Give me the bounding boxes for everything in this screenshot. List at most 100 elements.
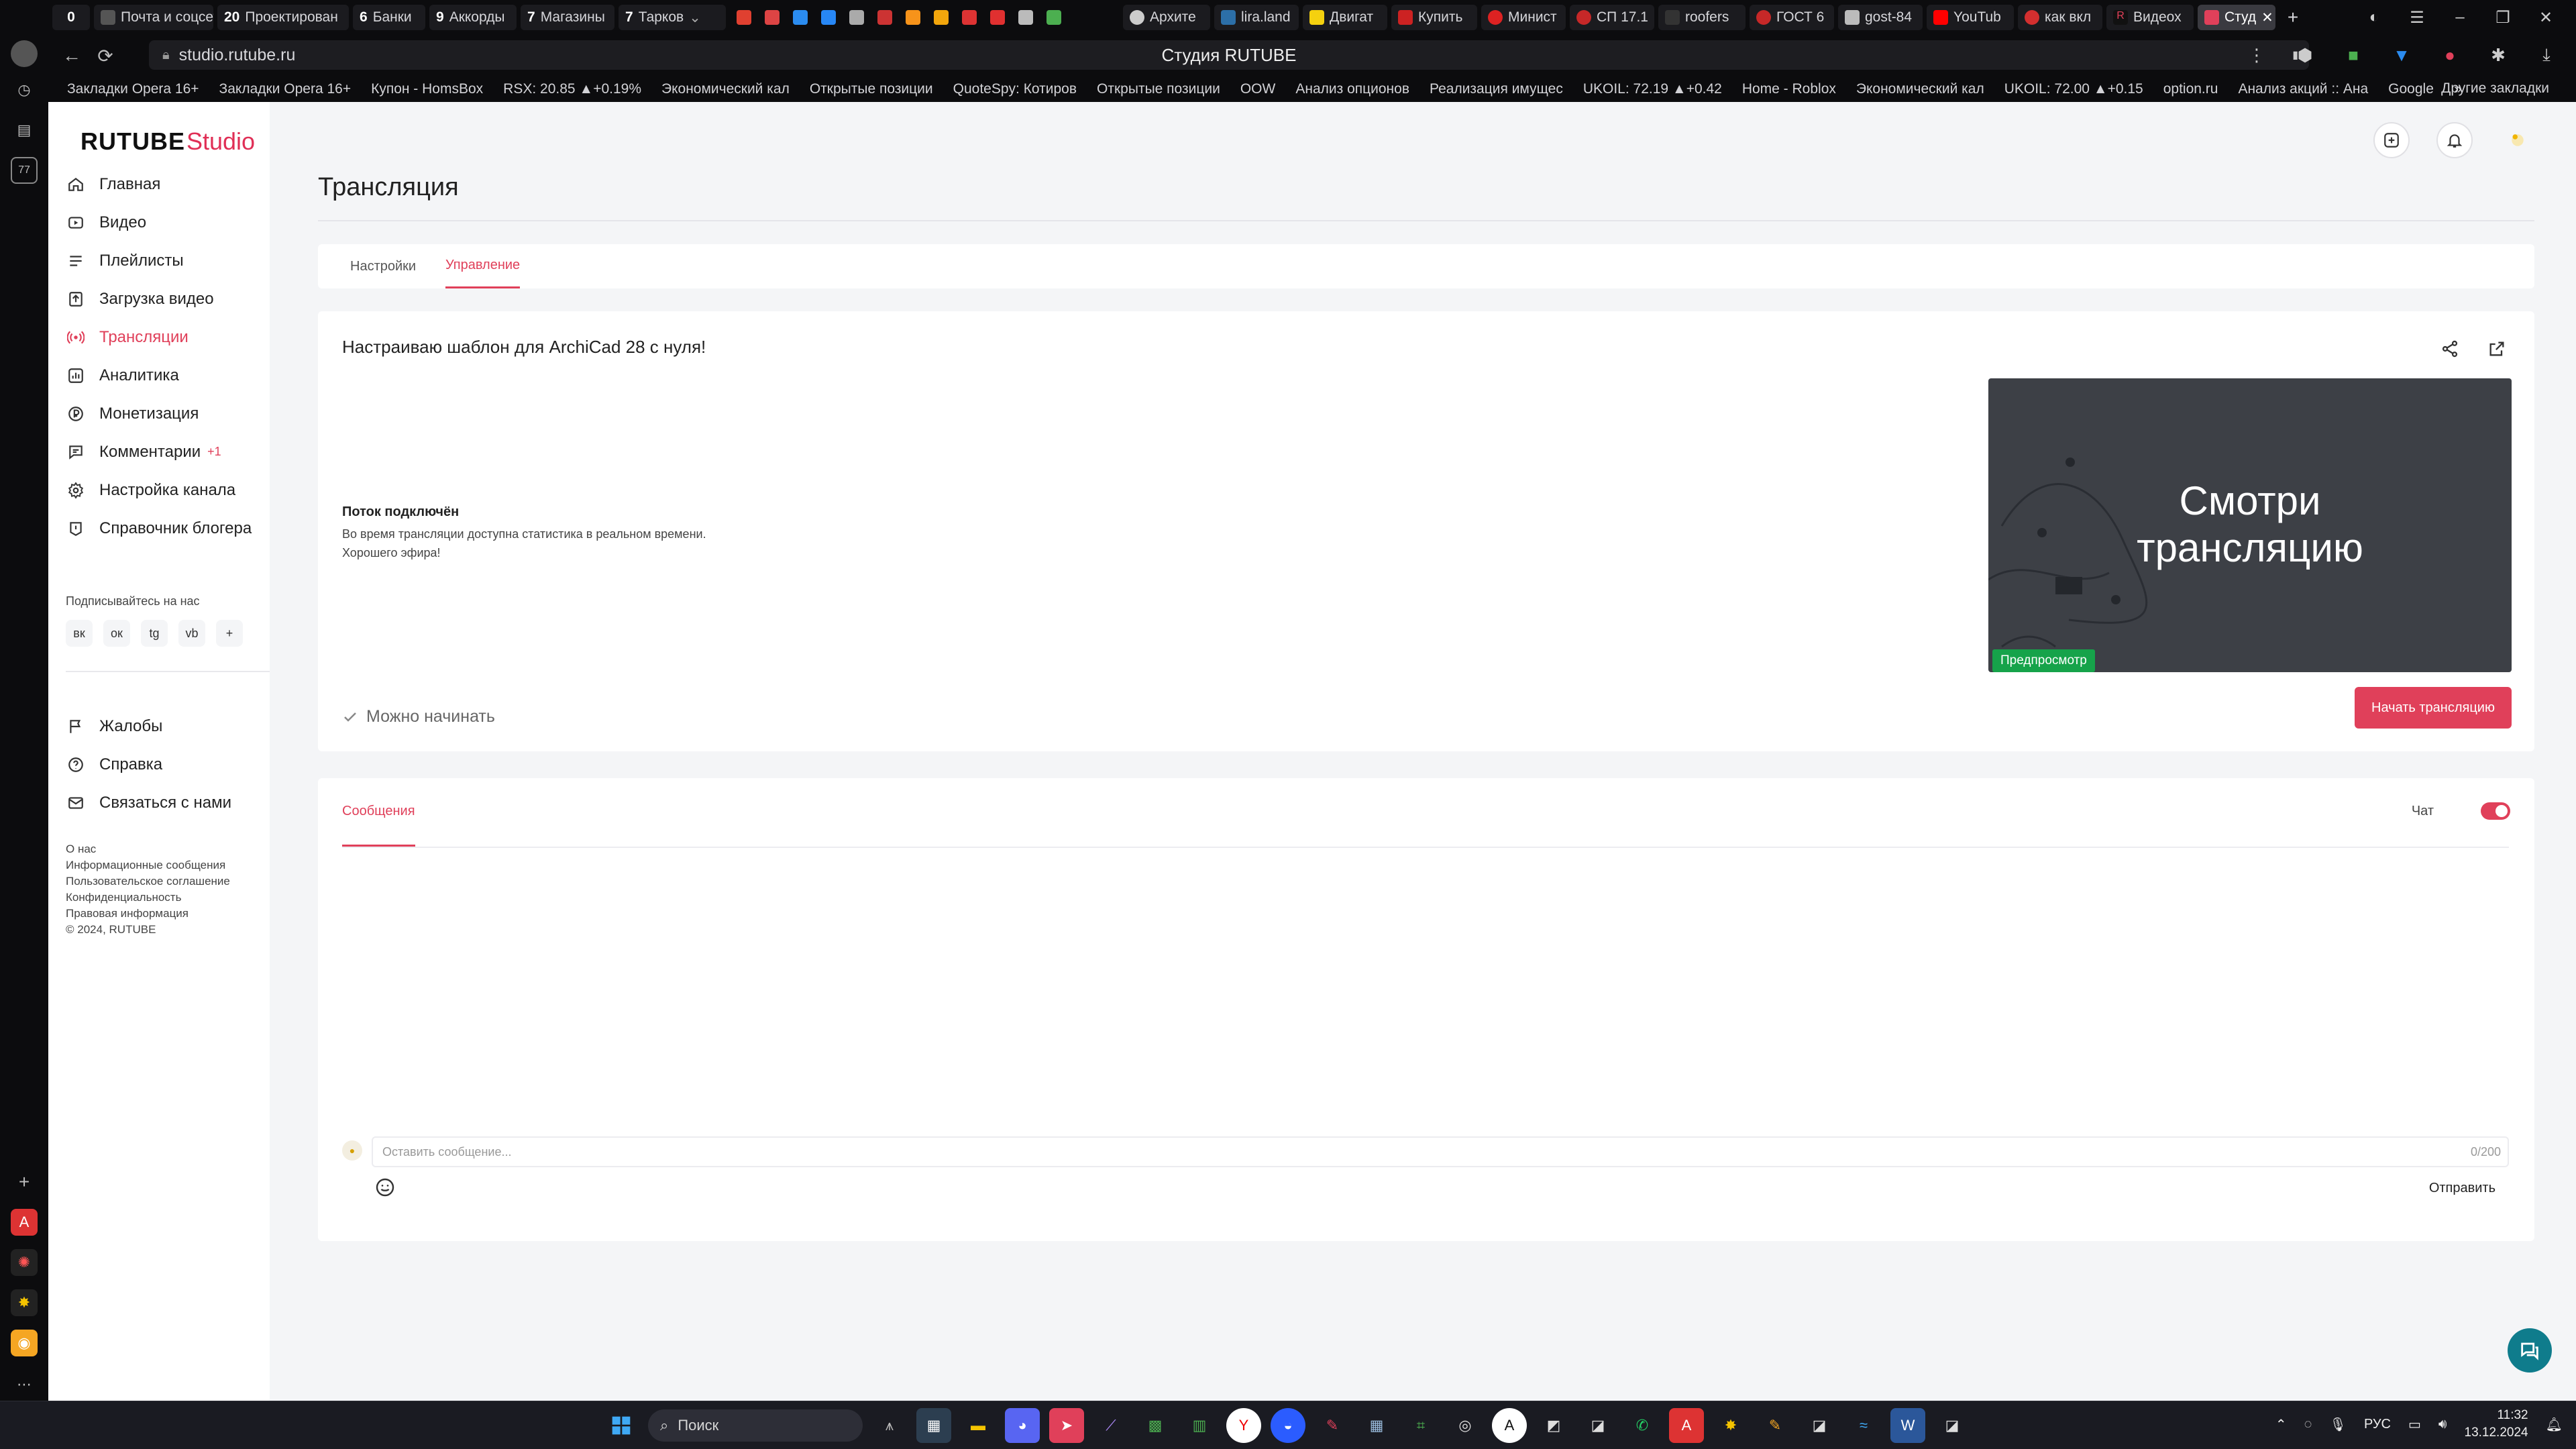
close-icon[interactable]: ✕ bbox=[2261, 9, 2273, 26]
share-button[interactable] bbox=[2436, 335, 2463, 362]
app-icon[interactable]: ◉ bbox=[11, 1330, 38, 1356]
taskbar-app[interactable]: A bbox=[1669, 1408, 1704, 1443]
bookmark-item[interactable]: Home - Roblox bbox=[1742, 81, 1836, 97]
notification-bell-icon[interactable]: 🔔︎ bbox=[2546, 1416, 2563, 1433]
reload-icon[interactable]: ⟳ bbox=[89, 39, 122, 72]
browser-tab[interactable]: как вкл bbox=[2018, 5, 2102, 30]
browser-tab[interactable]: 9 Аккорды bbox=[429, 5, 517, 30]
sidebar-item-broadcasts[interactable]: Трансляции bbox=[48, 318, 270, 356]
wallet-icon[interactable]: ⬢ bbox=[2289, 39, 2321, 71]
browser-tab-pinned[interactable]: 0 bbox=[52, 5, 90, 30]
microphone-icon[interactable]: 🎙︎ bbox=[2330, 1416, 2347, 1433]
browser-tab[interactable]: Купить bbox=[1391, 5, 1477, 30]
footer-link-about[interactable]: О нас bbox=[66, 841, 230, 857]
browser-tab[interactable]: roofers bbox=[1658, 5, 1746, 30]
start-broadcast-button[interactable]: Начать трансляцию bbox=[2355, 687, 2512, 729]
emoji-button[interactable] bbox=[372, 1174, 398, 1201]
minimize-icon[interactable]: – bbox=[2450, 8, 2470, 27]
sidebar-item-video[interactable]: Видео bbox=[48, 203, 270, 241]
discord-icon[interactable]: ◕ bbox=[1005, 1408, 1040, 1443]
taskbar-app[interactable]: ◎ bbox=[1448, 1408, 1483, 1443]
chat-toggle[interactable] bbox=[2481, 802, 2510, 820]
whatsapp-icon[interactable]: ✆ bbox=[1625, 1408, 1660, 1443]
extension-icon[interactable]: ● bbox=[2434, 39, 2466, 71]
telegram-icon[interactable]: ➤ bbox=[1049, 1408, 1084, 1443]
browser-tab[interactable]: Архите bbox=[1123, 5, 1210, 30]
start-button[interactable] bbox=[604, 1408, 639, 1443]
more-vertical-icon[interactable]: ⋮ bbox=[2241, 39, 2273, 71]
bookmark-item[interactable]: UKOIL: 72.00 ▲+0.15 bbox=[2004, 81, 2143, 97]
back-icon[interactable]: ← bbox=[55, 39, 89, 72]
taskbar-app[interactable]: ✎ bbox=[1315, 1408, 1350, 1443]
taskbar-app[interactable]: A bbox=[1492, 1408, 1527, 1443]
app-icon[interactable]: A bbox=[11, 1209, 38, 1236]
bookmark-item[interactable]: Реализация имущес bbox=[1430, 81, 1563, 97]
sidebar-item-help[interactable]: Справка bbox=[48, 745, 270, 784]
download-icon[interactable]: ⤓ bbox=[2530, 39, 2563, 71]
sidebar-item-home[interactable]: Главная bbox=[48, 165, 270, 203]
taskbar-app[interactable]: ≈ bbox=[1846, 1408, 1881, 1443]
volume-icon[interactable]: 🔊︎ bbox=[2438, 1417, 2447, 1432]
vk-icon[interactable]: вк bbox=[66, 620, 93, 647]
speed-dial-icon[interactable]: 77 bbox=[11, 157, 38, 184]
bookmark-item[interactable]: Анализ опционов bbox=[1295, 81, 1409, 97]
browser-tab[interactable]: gost-84 bbox=[1838, 5, 1923, 30]
taskbar-app[interactable]: ✸ bbox=[1713, 1408, 1748, 1443]
puzzle-icon[interactable]: ✱ bbox=[2482, 39, 2514, 71]
clock[interactable]: 11:32 13.12.2024 bbox=[2465, 1407, 2528, 1442]
notifications-button[interactable] bbox=[2436, 122, 2473, 158]
bookmark-item[interactable]: OOW bbox=[1240, 81, 1276, 97]
sidebar-item-monetization[interactable]: Монетизация bbox=[48, 394, 270, 433]
network-icon[interactable]: ▭ bbox=[2408, 1416, 2421, 1433]
extension-icon[interactable]: ▼ bbox=[2385, 39, 2418, 71]
footer-link-privacy[interactable]: Конфиденциальность bbox=[66, 890, 230, 906]
bookmark-item[interactable]: Открытые позиции bbox=[1097, 81, 1220, 97]
footer-link-terms[interactable]: Пользовательское соглашение bbox=[66, 873, 230, 890]
taskbar-app[interactable]: ⟋ bbox=[1093, 1408, 1128, 1443]
taskbar-app[interactable]: ◪ bbox=[1580, 1408, 1615, 1443]
history-icon[interactable]: ◷ bbox=[11, 76, 38, 103]
taskbar-app[interactable]: ▥ bbox=[1182, 1408, 1217, 1443]
other-bookmarks[interactable]: Другие закладки bbox=[2441, 80, 2549, 97]
telegram-icon[interactable]: tg bbox=[141, 620, 168, 647]
browser-tab[interactable]: Двигат bbox=[1303, 5, 1387, 30]
taskbar-app[interactable]: ◒ bbox=[1271, 1408, 1305, 1443]
sidebar-item-upload[interactable]: Загрузка видео bbox=[48, 280, 270, 318]
browser-tab[interactable]: 20 Проектирован bbox=[217, 5, 349, 30]
taskbar-app[interactable]: ▦ bbox=[916, 1408, 951, 1443]
taskbar-app[interactable]: ▩ bbox=[1138, 1408, 1173, 1443]
support-chat-button[interactable] bbox=[2508, 1328, 2552, 1373]
sidebar-item-complaints[interactable]: Жалобы bbox=[48, 707, 270, 745]
footer-link-legal[interactable]: Правовая информация bbox=[66, 906, 230, 922]
browser-tab[interactable]: СП 17.1 bbox=[1570, 5, 1654, 30]
rutube-studio-logo[interactable]: RUTUBE Studio bbox=[80, 127, 255, 156]
footer-link-info[interactable]: Информационные сообщения bbox=[66, 857, 230, 873]
profile-icon[interactable]: ◐ bbox=[2364, 8, 2384, 27]
taskbar-app[interactable]: ⌗ bbox=[1403, 1408, 1438, 1443]
bookmark-item[interactable]: Открытые позиции bbox=[810, 81, 933, 97]
plus-icon[interactable]: + bbox=[216, 620, 243, 647]
stream-preview[interactable]: Смотри трансляцию Предпросмотр bbox=[1988, 378, 2512, 672]
browser-tab[interactable]: ГОСТ 6 bbox=[1750, 5, 1834, 30]
browser-tab[interactable]: YouTub bbox=[1927, 5, 2014, 30]
browser-tab-active[interactable]: Студ ✕ bbox=[2198, 5, 2275, 30]
tabs-icon[interactable]: ▤ bbox=[11, 117, 38, 144]
tab-settings[interactable]: Настройки bbox=[350, 244, 416, 288]
calculator-icon[interactable]: ▦ bbox=[1359, 1408, 1394, 1443]
bookmark-item[interactable]: Закладки Opera 16+ bbox=[219, 81, 352, 97]
extension-icon[interactable]: ■ bbox=[2337, 39, 2369, 71]
taskbar-search[interactable]: ⌕ Поиск bbox=[648, 1409, 863, 1442]
chevron-up-icon[interactable]: ⌃ bbox=[2275, 1416, 2287, 1433]
sidebar-item-channel-settings[interactable]: Настройка канала bbox=[48, 471, 270, 509]
url-field[interactable]: 🔒︎ studio.rutube.ru Студия RUTUBE ▮ bbox=[149, 40, 2309, 70]
bookmark-item[interactable]: option.ru bbox=[2163, 81, 2218, 97]
more-icon[interactable]: ⋯ bbox=[11, 1371, 38, 1398]
sidebar-item-playlists[interactable]: Плейлисты bbox=[48, 241, 270, 280]
app-icon[interactable]: ✸ bbox=[11, 1289, 38, 1316]
browser-tab[interactable]: Минист bbox=[1481, 5, 1566, 30]
taskbar-app[interactable]: ◪ bbox=[1802, 1408, 1837, 1443]
sidebar-item-blogger-guide[interactable]: Справочник блогера bbox=[48, 509, 270, 547]
taskbar-app[interactable]: ◩ bbox=[1536, 1408, 1571, 1443]
word-icon[interactable]: W bbox=[1890, 1408, 1925, 1443]
file-explorer-icon[interactable]: ▬ bbox=[961, 1408, 996, 1443]
